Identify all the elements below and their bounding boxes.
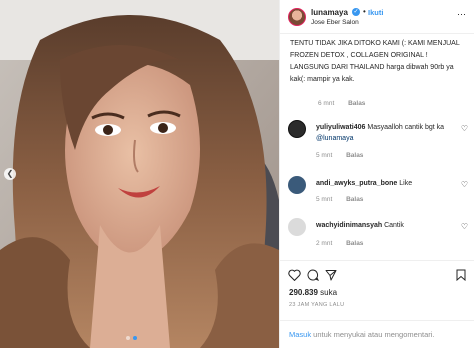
comment-reply-button[interactable]: Balas	[346, 152, 363, 159]
carousel-dots	[126, 336, 137, 340]
login-prompt-text: untuk menyukai atau mengomentari.	[311, 330, 435, 339]
comment-body: Masyaalloh cantik bgt ka	[367, 124, 445, 131]
comment-meta: 5 mnt Balas	[316, 196, 363, 203]
comment-body: Cantik	[384, 222, 404, 229]
comment-item: wachyidinimansyah Cantik 2 mnt Balas ♡	[288, 218, 470, 258]
caption-text: TENTU TIDAK JIKA DITOKO KAMI (: KAMI MEN…	[290, 40, 460, 83]
verified-badge-icon: ✓	[352, 8, 360, 16]
header-separator: •	[363, 7, 366, 16]
previous-photo-button[interactable]: ❮	[4, 168, 16, 180]
comment-like-heart-icon[interactable]: ♡	[461, 180, 468, 189]
bookmark-icon[interactable]	[456, 269, 466, 281]
comment-avatar[interactable]	[288, 218, 306, 236]
post-header: lunamaya ✓ • Ikuti Jose Eber Salon ⋯	[280, 0, 474, 34]
comment-mention[interactable]: @lunamaya	[316, 135, 353, 142]
comment-like-heart-icon[interactable]: ♡	[461, 124, 468, 133]
comment-meta: 5 mnt Balas	[316, 152, 363, 159]
caption-time: 6 mnt	[318, 100, 335, 107]
like-heart-icon[interactable]	[288, 269, 301, 281]
post-actions: 290.839 suka 23 JAM YANG LALU	[280, 260, 474, 316]
author-avatar[interactable]	[288, 8, 306, 26]
comment-username[interactable]: wachyidinimansyah	[316, 222, 382, 229]
comment-item: yuliyuliwati406 Masyaalloh cantik bgt ka…	[288, 120, 470, 160]
comment-bubble-icon[interactable]	[307, 269, 319, 281]
comment-meta: 2 mnt Balas	[316, 240, 363, 247]
portrait-image	[0, 0, 279, 348]
more-dots-icon[interactable]: ⋯	[457, 9, 467, 20]
share-icon[interactable]	[325, 269, 337, 281]
comment-time: 2 mnt	[316, 240, 333, 247]
post-photo[interactable]: ❮	[0, 0, 279, 348]
likes-count[interactable]: 290.839 suka	[289, 288, 337, 297]
comment-body: Like	[399, 180, 413, 187]
comment-reply-button[interactable]: Balas	[346, 196, 363, 203]
comment-text: andi_awyks_putra_bone Like	[316, 178, 466, 189]
post-location[interactable]: Jose Eber Salon	[311, 19, 359, 26]
comment-username[interactable]: yuliyuliwati406	[316, 124, 365, 131]
comment-time: 5 mnt	[316, 152, 333, 159]
post-panel: lunamaya ✓ • Ikuti Jose Eber Salon ⋯ TEN…	[279, 0, 474, 348]
comments-list[interactable]: TENTU TIDAK JIKA DITOKO KAMI (: KAMI MEN…	[280, 34, 474, 260]
likes-label: suka	[320, 288, 338, 297]
carousel-dot	[126, 336, 130, 340]
caption-reply-button[interactable]: Balas	[348, 100, 365, 107]
comment-reply-button[interactable]: Balas	[346, 240, 363, 247]
comment-avatar[interactable]	[288, 120, 306, 138]
comment-username[interactable]: andi_awyks_putra_bone	[316, 180, 397, 187]
author-username[interactable]: lunamaya	[311, 8, 348, 17]
comment-time: 5 mnt	[316, 196, 333, 203]
comment-text: yuliyuliwati406 Masyaalloh cantik bgt ka…	[316, 122, 466, 144]
comment-item: andi_awyks_putra_bone Like 5 mnt Balas ♡	[288, 176, 470, 210]
post-time-ago[interactable]: 23 JAM YANG LALU	[289, 302, 344, 308]
caption-meta: 6 mnt Balas	[318, 100, 365, 107]
login-prompt: Masuk untuk menyukai atau mengomentari.	[280, 320, 474, 348]
likes-number: 290.839	[289, 288, 318, 297]
carousel-dot-active	[133, 336, 137, 340]
comment-avatar[interactable]	[288, 176, 306, 194]
follow-button[interactable]: Ikuti	[368, 8, 383, 17]
login-link[interactable]: Masuk	[289, 330, 311, 339]
comment-text: wachyidinimansyah Cantik	[316, 220, 466, 231]
comment-like-heart-icon[interactable]: ♡	[461, 222, 468, 231]
